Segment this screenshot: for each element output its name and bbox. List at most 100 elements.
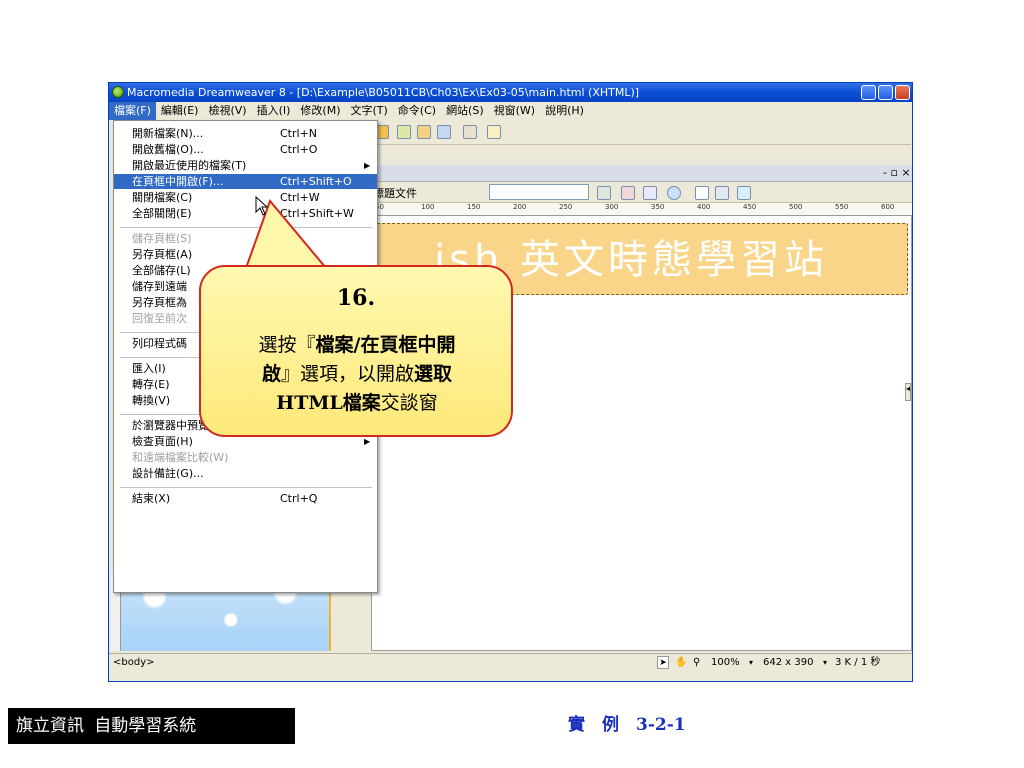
insert-toolbar [371,121,911,145]
menu-item-open-in-frame[interactable]: 在頁框中開啟(F)... Ctrl+Shift+O [114,174,377,189]
visual-aids-icon[interactable] [737,186,751,200]
callout-text: 選按『檔案/在頁框中開 啟』選項，以開啟選取 HTML檔案交談窗 [215,331,499,418]
submenu-arrow-icon: ▶ [364,161,371,170]
zoom-level[interactable]: 100% [711,654,740,672]
callout-text-bold: 檔案/在頁框中開 [315,334,456,356]
browser-check-icon[interactable] [621,186,635,200]
footer-publisher: 旗立資訊 自動學習系統 [8,708,295,744]
menu-item-label: 關閉檔案(C) [132,191,193,204]
ruler-tick: 200 [513,203,527,211]
ruler-tick: 450 [743,203,757,211]
footer-example-label: 實 例 3-2-1 [568,713,686,737]
menu-help[interactable]: 說明(H) [540,102,589,120]
menu-item-label: 另存頁框(A) [132,248,193,261]
ruler-tick: 600 [881,203,895,211]
template-icon[interactable] [463,125,477,139]
close-button[interactable] [895,85,910,100]
menu-item-label: 儲存到遠端 [132,280,187,293]
tag-chooser-icon[interactable] [487,125,501,139]
comment-icon[interactable] [437,125,451,139]
minimize-button[interactable] [861,85,876,100]
window-size-dropdown-icon[interactable]: ▾ [823,654,827,672]
menu-item-open-recent[interactable]: 開啟最近使用的檔案(T) ▶ [114,158,377,173]
menu-window[interactable]: 視窗(W) [489,102,540,120]
ruler-tick: 100 [421,203,435,211]
menu-commands[interactable]: 命令(C) [393,102,441,120]
footer-example-prefix: 實 例 [568,715,636,735]
dreamweaver-app-icon [112,86,124,98]
panel-collapse-handle[interactable]: ◂ [905,383,911,401]
menu-item-label: 開新檔案(N)... [132,127,204,140]
menu-view[interactable]: 檢視(V) [203,102,251,120]
document-window-controls[interactable]: - ▫ × [883,166,911,179]
title-bar: Macromedia Dreamweaver 8 - [D:\Example\B… [109,83,912,102]
menu-item-label: 和遠端檔案比較(W) [132,451,229,464]
ruler-tick: 400 [697,203,711,211]
menu-site[interactable]: 網站(S) [441,102,489,120]
menu-item-label: 全部儲存(L) [132,264,191,277]
menu-item-label: 全部關閉(E) [132,207,192,220]
refresh-icon[interactable] [695,186,709,200]
menu-bar: 檔案(F) 編輯(E) 檢視(V) 插入(I) 修改(M) 文字(T) 命令(C… [109,102,912,120]
document-toolbar: 標題文件 [371,182,912,203]
menu-text[interactable]: 文字(T) [345,102,392,120]
menu-item-label: 回復至前次 [132,312,187,325]
menu-item-shortcut: Ctrl+Q [280,492,318,505]
menu-item-label: 結束(X) [132,492,171,505]
callout-text-bold: 啟 [261,363,281,385]
zoom-dropdown-icon[interactable]: ▾ [749,654,753,672]
menu-edit[interactable]: 編輯(E) [156,102,204,120]
menu-separator [120,487,372,488]
callout-step-number: 16. [336,285,376,311]
ruler-tick: 350 [651,203,665,211]
server-icon[interactable] [417,125,431,139]
menu-item-design-notes[interactable]: 設計備註(G)... [114,466,377,481]
window-title: Macromedia Dreamweaver 8 - [D:\Example\B… [127,86,640,99]
pointer-tool-icon[interactable]: ➤ [657,656,669,669]
window-size[interactable]: 642 x 390 [763,654,813,672]
menu-item-label: 轉換(V) [132,394,171,407]
maximize-button[interactable] [878,85,893,100]
instruction-callout: 16. 選按『檔案/在頁框中開 啟』選項，以開啟選取 HTML檔案交談窗 [199,265,513,437]
menu-insert[interactable]: 插入(I) [252,102,296,120]
title-field[interactable]: 標題文件 [373,185,417,201]
zoom-tool-icon[interactable]: ⚲ [693,654,700,672]
menu-item-exit[interactable]: 結束(X) Ctrl+Q [114,491,377,506]
tag-selector[interactable]: <body> [113,654,155,672]
file-management-icon[interactable] [643,186,657,200]
footer-example-number: 3-2-1 [636,715,686,735]
ruler-tick: 150 [467,203,481,211]
title-input-box[interactable] [489,184,589,200]
ruler-tick: 550 [835,203,849,211]
view-options-icon[interactable] [715,186,729,200]
hand-tool-icon[interactable]: ✋ [675,654,687,672]
menu-item-shortcut: Ctrl+O [280,143,318,156]
callout-text-part: 選按『 [258,334,316,356]
document-titlebar: - ▫ × [371,165,912,182]
date-icon[interactable] [397,125,411,139]
ruler-tick: 300 [605,203,619,211]
menu-item-label: 轉存(E) [132,378,170,391]
preview-icon[interactable] [667,186,681,200]
menu-item-label: 設計備註(G)... [132,467,204,480]
callout-text-bold: 選取 [414,363,453,385]
menu-item-label: 檢查頁面(H) [132,435,193,448]
menu-item-label: 儲存頁框(S) [132,232,192,245]
download-stats: 3 K / 1 秒 [835,657,881,668]
callout-text-part: 交談窗 [380,392,438,414]
menu-modify[interactable]: 修改(M) [295,102,345,120]
menu-item-shortcut: Ctrl+N [280,127,318,140]
menu-item-label: 在頁框中開啟(F)... [132,175,224,188]
menu-file[interactable]: 檔案(F) [109,102,156,120]
ruler-tick: 250 [559,203,573,211]
menu-item-label: 開啟舊檔(O)... [132,143,204,156]
ruler-tick: 500 [789,203,803,211]
menu-item-open[interactable]: 開啟舊檔(O)... Ctrl+O [114,142,377,157]
status-bar: <body> ➤ ✋ ⚲ 100% ▾ 642 x 390 ▾ 3 K / 1 … [109,653,912,671]
menu-item-new[interactable]: 開新檔案(N)... Ctrl+N [114,126,377,141]
callout-text-bold: HTML檔案 [276,392,381,414]
validate-icon[interactable] [597,186,611,200]
menu-item-compare-with-remote[interactable]: 和遠端檔案比較(W) [114,450,377,465]
horizontal-ruler: 50 100 150 200 250 300 350 400 450 500 5… [371,203,912,216]
mouse-cursor-icon [255,196,269,216]
